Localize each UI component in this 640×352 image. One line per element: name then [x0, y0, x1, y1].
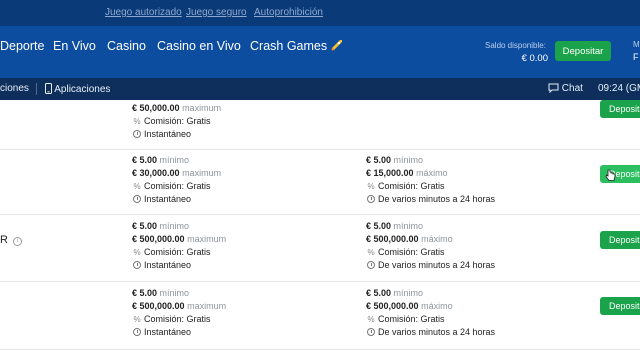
processing-time: De varios minutos a 24 horas: [378, 260, 496, 270]
payment-row-0: € 50,000.00 maximum % Comisión: Gratis In…: [0, 100, 640, 150]
saldo-value: € 0.00: [521, 53, 548, 64]
fee-text: Comisión: Gratis: [144, 116, 211, 126]
min-label: mínimo: [159, 155, 190, 165]
subbar-item-chat-label: Chat: [561, 83, 583, 94]
max-amount: € 500,000.00: [132, 301, 185, 311]
deposit-button-0[interactable]: Deposita: [600, 100, 640, 118]
fee-text: Comisión: Gratis: [144, 247, 211, 257]
min-amount: € 5.00: [132, 288, 158, 298]
min-amount: € 5.00: [366, 221, 392, 231]
subbar-item-promociones[interactable]: ciones: [0, 83, 29, 94]
min-amount: € 5.00: [366, 155, 392, 165]
subbar-clock: 09:24 (GM: [598, 83, 640, 94]
link-autoprohibicion[interactable]: Autoprohibición: [254, 7, 323, 18]
fee-text: Comisión: Gratis: [378, 314, 445, 324]
max-amount: € 50,000.00: [132, 103, 180, 113]
clock-icon: [367, 328, 375, 336]
row-0-limits: € 50,000.00 maximum % Comisión: Gratis In…: [132, 102, 221, 141]
max-label: maximum: [182, 103, 222, 113]
payment-row-3: € 5.00 mínimo € 500,000.00 maximum % Comi…: [0, 282, 640, 350]
min-amount: € 5.00: [132, 155, 158, 165]
max-label: maximum: [182, 168, 222, 178]
row-2-deposit-limits: € 5.00 mínimo € 500,000.00 maximum % Comi…: [132, 220, 226, 272]
method-name-fragment-text: R: [0, 234, 8, 246]
min-amount: € 5.00: [132, 221, 158, 231]
top-utility-bar: Juego autorizado Juego seguro Autoprohib…: [0, 0, 640, 26]
max-amount: € 500,000.00: [366, 301, 419, 311]
nav-item-crash-games[interactable]: Crash Games: [250, 39, 343, 53]
fee-text: Comisión: Gratis: [378, 247, 445, 257]
percent-icon: %: [133, 315, 141, 324]
payment-row-1: € 5.00 mínimo € 30,000.00 maximum % Comis…: [0, 150, 640, 215]
percent-icon: %: [367, 182, 375, 191]
min-label: mínimo: [393, 221, 424, 231]
row-1-withdraw-limits: € 5.00 mínimo € 15,000.00 máximo % Comisi…: [366, 154, 495, 206]
max-label: maximum: [187, 301, 227, 311]
payment-row-2: Ri € 5.00 mínimo € 500,000.00 maximum % C…: [0, 215, 640, 282]
clock-icon: [133, 130, 141, 138]
deposit-button-3[interactable]: Deposita: [600, 297, 640, 315]
chat-icon: [548, 83, 559, 93]
min-label: mínimo: [393, 155, 424, 165]
row-1-deposit-limits: € 5.00 mínimo € 30,000.00 maximum % Comis…: [132, 154, 221, 206]
main-nav: Deporte En Vivo Casino Casino en Vivo Cr…: [0, 26, 640, 78]
depositar-button[interactable]: Depositar: [555, 41, 611, 61]
processing-time: Instantáneo: [144, 260, 192, 270]
clock-icon: [133, 195, 141, 203]
info-icon[interactable]: i: [12, 237, 22, 246]
phone-icon: [45, 83, 52, 94]
percent-icon: %: [133, 248, 141, 257]
min-label: mínimo: [393, 288, 424, 298]
edge-fragment-bottom: F: [633, 52, 639, 62]
deposit-button-2[interactable]: Deposita: [600, 231, 640, 249]
percent-icon: %: [367, 315, 375, 324]
max-label: máximo: [421, 234, 453, 244]
percent-icon: %: [133, 117, 141, 126]
min-label: mínimo: [159, 221, 190, 231]
percent-icon: %: [133, 182, 141, 191]
hand-cursor-icon: [605, 169, 616, 181]
row-2-withdraw-limits: € 5.00 mínimo € 500,000.00 máximo % Comis…: [366, 220, 495, 272]
fee-text: Comisión: Gratis: [378, 181, 445, 191]
link-juego-seguro[interactable]: Juego seguro: [186, 7, 247, 18]
subbar-item-aplicaciones-label: Aplicaciones: [54, 84, 111, 95]
row-3-deposit-limits: € 5.00 mínimo € 500,000.00 maximum % Comi…: [132, 287, 226, 339]
max-amount: € 30,000.00: [132, 168, 180, 178]
max-label: máximo: [416, 168, 448, 178]
saldo-label: Saldo disponible:: [485, 41, 546, 50]
max-amount: € 500,000.00: [366, 234, 419, 244]
min-amount: € 5.00: [366, 288, 392, 298]
processing-time: De varios minutos a 24 horas: [378, 327, 496, 337]
nav-item-crash-games-label: Crash Games: [250, 39, 328, 53]
sub-bar: ciones Aplicaciones Chat 09:24 (GM: [0, 78, 640, 100]
edge-fragment-top: M: [633, 40, 640, 49]
nav-item-en-vivo[interactable]: En Vivo: [53, 39, 96, 53]
processing-time: Instantáneo: [144, 194, 192, 204]
nav-item-deporte[interactable]: Deporte: [0, 39, 44, 53]
max-label: maximum: [187, 234, 227, 244]
min-label: mínimo: [159, 288, 190, 298]
clock-icon: [367, 195, 375, 203]
subbar-item-aplicaciones[interactable]: Aplicaciones: [45, 83, 110, 95]
row-3-withdraw-limits: € 5.00 mínimo € 500,000.00 máximo % Comis…: [366, 287, 495, 339]
clock-icon: [367, 261, 375, 269]
nav-item-casino[interactable]: Casino: [107, 39, 146, 53]
clock-icon: [133, 261, 141, 269]
subbar-item-chat[interactable]: Chat: [548, 83, 583, 94]
subbar-divider: [36, 83, 37, 95]
link-juego-autorizado[interactable]: Juego autorizado: [105, 7, 182, 18]
rocket-icon: [331, 40, 343, 51]
max-label: máximo: [421, 301, 453, 311]
nav-item-casino-en-vivo[interactable]: Casino en Vivo: [157, 39, 241, 53]
method-name-fragment: Ri: [0, 234, 22, 246]
processing-time: Instantáneo: [144, 327, 192, 337]
clock-icon: [133, 328, 141, 336]
max-amount: € 15,000.00: [366, 168, 414, 178]
fee-text: Comisión: Gratis: [144, 181, 211, 191]
fee-text: Comisión: Gratis: [144, 314, 211, 324]
max-amount: € 500,000.00: [132, 234, 185, 244]
processing-time: De varios minutos a 24 horas: [378, 194, 496, 204]
percent-icon: %: [367, 248, 375, 257]
processing-time: Instantáneo: [144, 129, 192, 139]
